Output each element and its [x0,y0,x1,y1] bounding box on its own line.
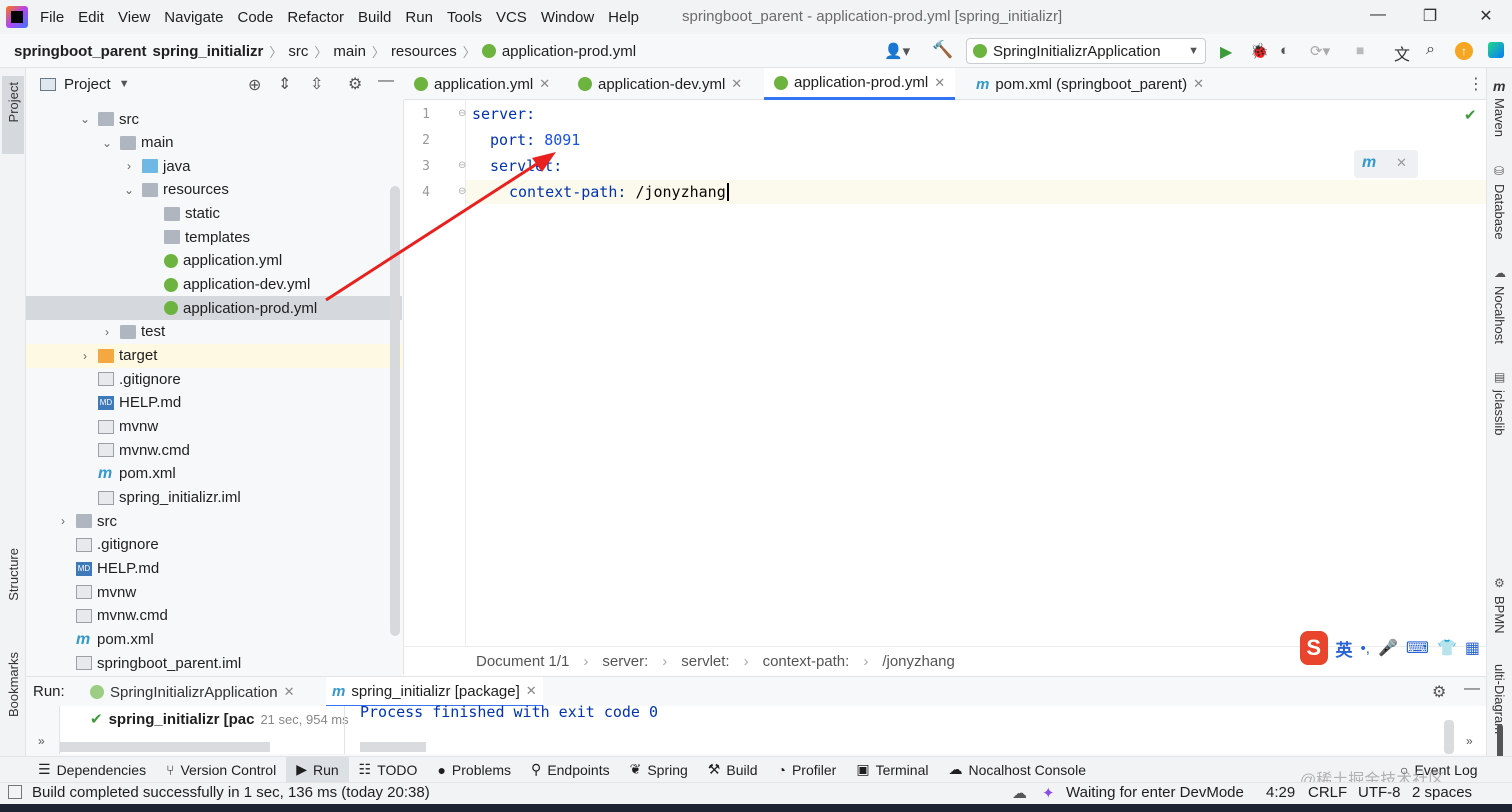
tool-terminal[interactable]: ▣ Terminal [846,757,938,783]
ime-language-toggle[interactable]: 英 [1336,636,1353,661]
chevron-right-icon: › [743,653,749,670]
database-icon: ⛁ [1494,164,1505,178]
tool-build[interactable]: ⚒ Build [698,757,768,783]
run-tab-app[interactable]: SpringInitializrApplication ✕ [84,677,301,707]
success-check-icon: ✔ [90,711,103,728]
tool-profiler[interactable]: ◔ Profiler [768,757,847,783]
devmode-status[interactable]: Waiting for enter DevMode [1066,784,1244,801]
tool-label: Build [726,761,758,778]
os-taskbar [0,804,1512,812]
database-tool-button[interactable]: Database [1492,184,1507,240]
hide-panel-icon[interactable]: — [1464,680,1480,698]
run-panel-header: Run: SpringInitializrApplication ✕ m spr… [26,676,1486,707]
tool-dependencies[interactable]: ☰ Dependencies [28,757,156,783]
run-side-toolbar: » [26,706,60,754]
jclasslib-tool-button[interactable]: jclasslib [1492,390,1507,436]
bpmn-tool-button[interactable]: BPMN [1492,596,1507,634]
bottom-tool-bar: ☰ Dependencies ⑂ Version Control ▶ Run ☷ TOD… [0,756,1512,783]
tool-label: Endpoints [547,761,610,778]
more-icon[interactable]: » [1466,734,1473,748]
chevron-right-icon: › [583,653,589,670]
run-tree-scrollbar[interactable] [60,742,270,752]
tool-spring[interactable]: ❦ Spring [620,757,698,783]
tool-label: Version Control [180,761,277,778]
tool-label: Spring [647,761,688,778]
chevron-right-icon: › [863,653,869,670]
layout-icon[interactable] [8,785,22,799]
run-icon: ▶ [296,761,307,777]
ime-toolbar: S 英 •, 🎤 ⌨ 👕 ▦ [1300,630,1480,666]
nocalhost-icon: ☁ [948,761,963,777]
branch-icon: ⑂ [166,761,175,778]
build-hammer-icon: ⚒ [707,761,721,777]
tool-endpoints[interactable]: ⚲ Endpoints [521,757,620,783]
console-scrollbar[interactable] [360,742,426,752]
caret-position[interactable]: 4:29 [1266,784,1295,801]
ime-microphone-icon[interactable]: 🎤 [1378,638,1398,658]
breadcrumb-context-path[interactable]: context-path: [763,653,850,670]
run-tab-label: SpringInitializrApplication [110,683,278,701]
breadcrumb-value[interactable]: /jonyzhang [882,653,955,670]
scroll-handle[interactable] [1497,724,1503,760]
breadcrumb-servlet[interactable]: servlet: [681,653,729,670]
profiler-icon: ◔ [777,761,786,778]
problems-icon: ● [437,761,446,778]
close-icon[interactable]: ✕ [526,683,537,699]
tool-run[interactable]: ▶ Run [286,756,349,783]
run-tree-item[interactable]: ✔ spring_initializr [pac 21 sec, 954 ms [90,710,349,729]
run-tree-label: spring_initializr [pac [108,710,255,728]
maven-icon: m [332,682,346,700]
ime-punctuation-icon[interactable]: •, [1361,640,1370,657]
nocalhost-icon: ☁ [1494,266,1506,280]
line-separator[interactable]: CRLF [1308,784,1347,801]
tool-label: Nocalhost Console [968,761,1086,778]
console-vscrollbar[interactable] [1444,720,1454,754]
maven-icon: m [1493,78,1506,94]
divider [344,706,345,754]
tool-label: Profiler [791,761,837,778]
status-message[interactable]: Build completed successfully in 1 sec, 1… [32,784,430,801]
indent-setting[interactable]: 2 spaces [1412,784,1472,801]
file-encoding[interactable]: UTF-8 [1358,784,1401,801]
more-icon[interactable]: » [38,734,45,748]
spring-boot-icon [90,685,104,699]
breadcrumb-document[interactable]: Document 1/1 [476,653,569,670]
run-panel-label: Run: [33,683,65,700]
close-icon[interactable]: ✕ [284,684,295,700]
list-icon: ☷ [358,761,372,777]
run-duration: 21 sec, 954 ms [260,711,349,727]
gear-icon[interactable]: ⚙ [1432,682,1446,702]
tool-problems[interactable]: ● Problems [427,757,521,783]
tool-label: Problems [451,761,512,778]
chevron-right-icon: › [662,653,668,670]
tool-label: Dependencies [56,761,147,778]
cloud-icon[interactable]: ☁ [1012,784,1027,802]
devmode-icon: ✦ [1042,785,1055,802]
ime-skin-icon[interactable]: 👕 [1437,638,1457,658]
right-tool-stripe: m Maven ⛁ Database ☁ Nocalhost ▤ jclassl… [1486,68,1512,768]
breadcrumb-server[interactable]: server: [602,653,648,670]
tool-version-control[interactable]: ⑂ Version Control [156,757,286,783]
run-tab-label: spring_initializr [package] [351,682,520,700]
spring-icon: ❦ [629,761,642,777]
status-bar: Build completed successfully in 1 sec, 1… [0,782,1512,804]
tool-label: Run [312,761,339,778]
dependencies-icon: ☰ [38,761,51,777]
tool-label: TODO [377,761,418,778]
bpmn-icon: ⚙ [1494,576,1505,590]
console-output[interactable]: Process finished with exit code 0 [360,703,658,721]
maven-tool-button[interactable]: Maven [1492,98,1507,137]
tool-todo[interactable]: ☷ TODO [349,757,428,783]
tool-label: Terminal [875,761,929,778]
terminal-icon: ▣ [856,761,870,777]
run-panel-body: » ✔ spring_initializr [pac 21 sec, 954 m… [26,703,1486,754]
jclasslib-icon: ▤ [1494,370,1506,384]
ime-menu-icon[interactable]: ▦ [1465,638,1480,658]
sogou-ime-icon[interactable]: S [1300,631,1328,665]
endpoints-icon: ⚲ [531,761,542,777]
tool-nocalhost-console[interactable]: ☁ Nocalhost Console [938,757,1096,783]
ime-keyboard-icon[interactable]: ⌨ [1406,638,1429,658]
nocalhost-tool-button[interactable]: Nocalhost [1492,286,1507,344]
